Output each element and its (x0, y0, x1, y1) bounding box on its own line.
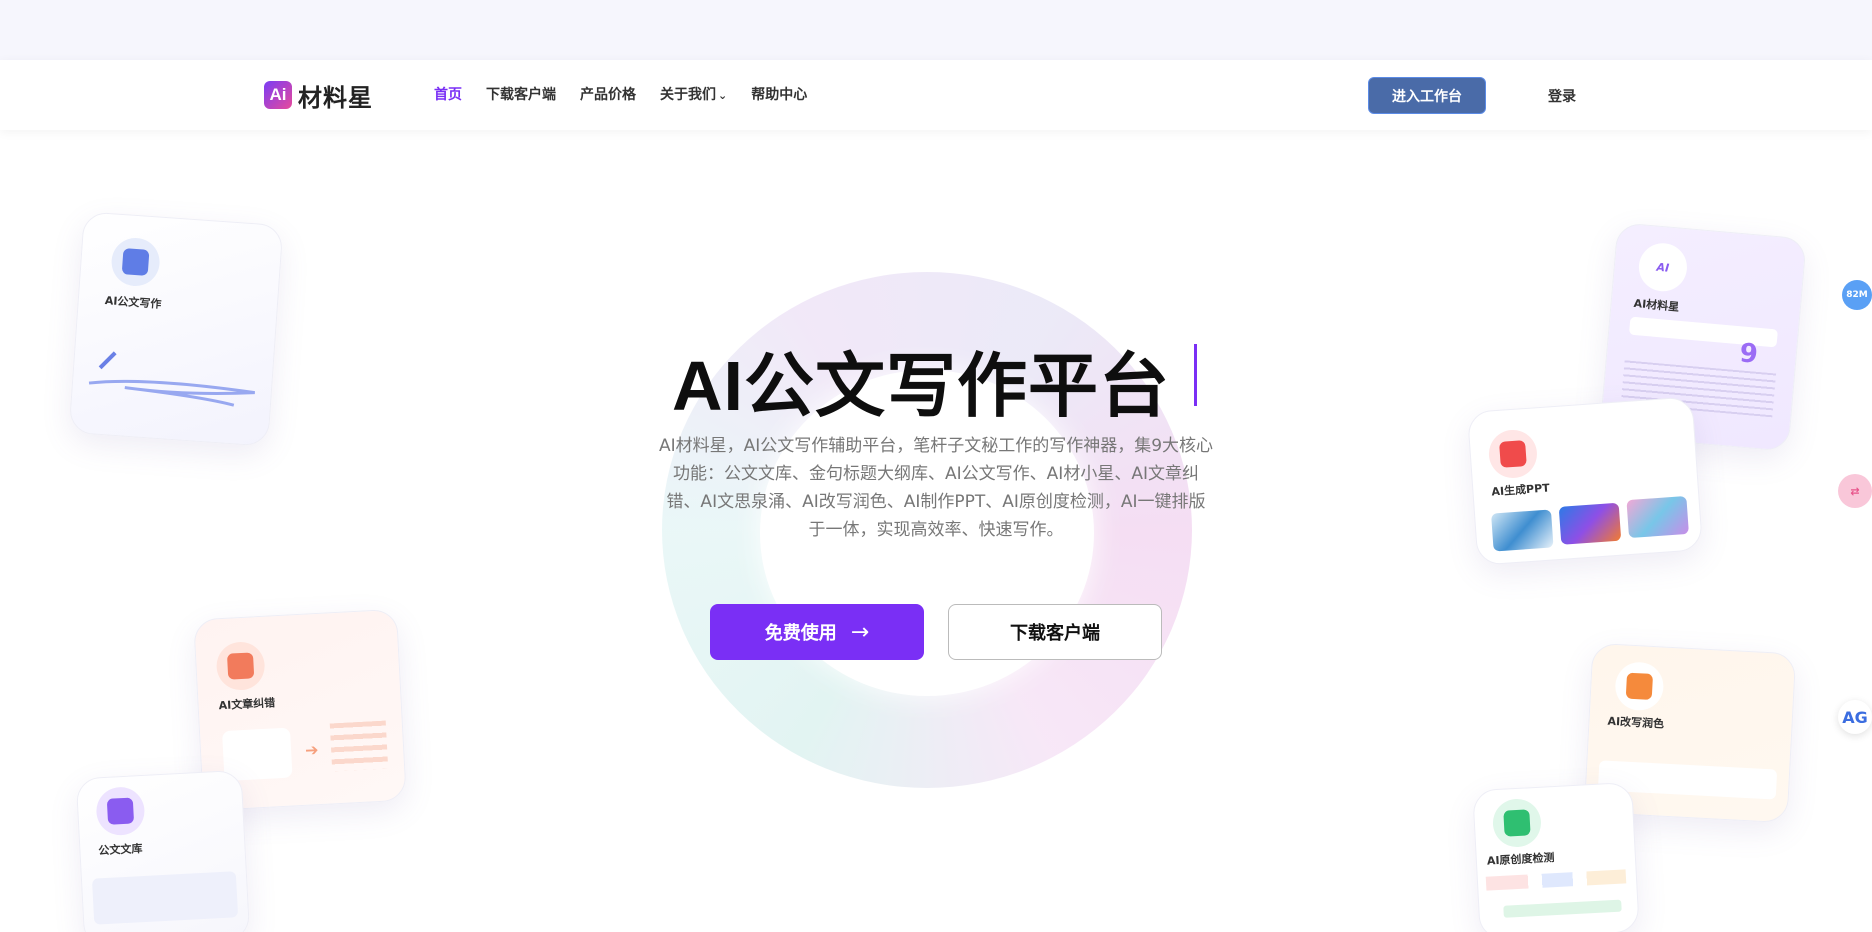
card-ai-originality: AI原创度检测 (1472, 781, 1640, 932)
card-ai-ppt: AI生成PPT (1466, 396, 1704, 566)
workspace-button[interactable]: 进入工作台 (1368, 77, 1486, 114)
card-label-doc-writing: AI公文写作 (104, 293, 162, 311)
card-ai-doc-writing: AI公文写作 (68, 211, 284, 447)
originality-icon (1491, 797, 1543, 849)
ai-assistant-mark: AI (1656, 260, 1670, 275)
free-use-button[interactable]: 免费使用 → (710, 604, 924, 660)
logo-icon: Ai (264, 81, 292, 109)
card-label-rewrite: AI改写润色 (1607, 714, 1665, 731)
card-label-library: 公文文库 (98, 842, 143, 858)
originality-progress (1503, 899, 1622, 918)
nav-item-home[interactable]: 首页 (434, 84, 462, 104)
login-link[interactable]: 登录 (1548, 86, 1576, 106)
side-badge-82m[interactable]: 82M (1842, 280, 1872, 310)
nav-item-about[interactable]: 关于我们 ⌄ (660, 84, 727, 104)
card-label-ppt: AI生成PPT (1491, 481, 1551, 499)
library-icon (95, 785, 146, 837)
nav-links: 首页 下载客户端 产品价格 关于我们 ⌄ 帮助中心 (434, 84, 831, 104)
free-use-label: 免费使用 (764, 623, 837, 644)
ppt-icon (1487, 428, 1539, 480)
nav-item-pricing[interactable]: 产品价格 (580, 84, 636, 104)
ppt-thumb-2 (1558, 502, 1622, 545)
proofread-illustration (221, 727, 293, 782)
logo[interactable]: Ai 材料星 (264, 80, 373, 112)
card-doc-library: 公文文库 (75, 769, 251, 932)
nav-item-download[interactable]: 下载客户端 (486, 84, 556, 104)
arrow-right-icon: ➔ (304, 740, 320, 760)
ppt-thumb-3 (1626, 495, 1689, 539)
logo-text: 材料星 (298, 83, 373, 112)
download-client-button[interactable]: 下载客户端 (948, 604, 1162, 660)
swirl-icon: 9 (1738, 338, 1760, 370)
top-strip (0, 0, 1872, 60)
proofread-icon (215, 640, 266, 692)
translate-icon[interactable]: ⇄ (1838, 474, 1872, 508)
library-list (91, 871, 239, 925)
nav-item-about-label: 关于我们 (660, 87, 716, 103)
originality-tags (1485, 869, 1627, 891)
side-badge-ag[interactable]: AG (1838, 700, 1872, 734)
proofread-lines (329, 720, 389, 772)
navbar: Ai 材料星 首页 下载客户端 产品价格 关于我们 ⌄ 帮助中心 进入工作台 登录 (0, 60, 1872, 130)
card-label-originality: AI原创度检测 (1486, 851, 1555, 868)
nav-item-help[interactable]: 帮助中心 (751, 84, 807, 104)
typing-caret (1194, 344, 1197, 406)
doc-icon (109, 236, 162, 288)
arrow-right-icon: → (850, 619, 870, 645)
chevron-down-icon: ⌄ (718, 89, 728, 102)
scribble-illustration (88, 351, 255, 407)
ai-assistant-icon: AI (1636, 241, 1689, 294)
pencil-icon (1614, 661, 1665, 712)
hero-title: AI公文写作平台 (672, 347, 1170, 425)
ppt-thumb-1 (1491, 509, 1554, 552)
card-label-proofread: AI文章纠错 (218, 696, 276, 713)
card-label-assistant: AI材料星 (1633, 296, 1680, 314)
hero-description: AI材料星，AI公文写作辅助平台，笔杆子文秘工作的写作神器，集9大核心功能：公文… (658, 436, 1214, 540)
